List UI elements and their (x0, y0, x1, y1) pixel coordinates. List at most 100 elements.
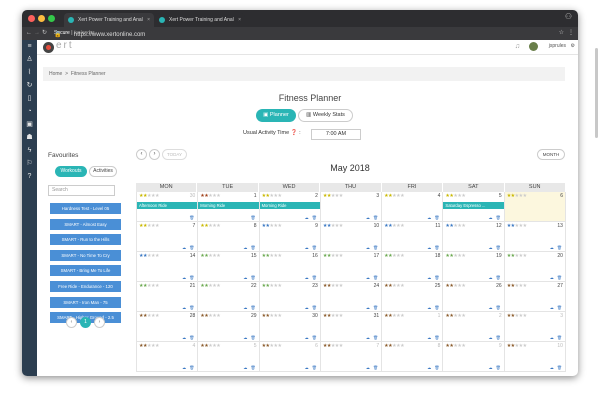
calendar-day-cell[interactable]: ★★★★★ 1 ☁ 🗑 (382, 312, 444, 342)
usual-activity-time-input[interactable]: 7:00 AM (311, 129, 361, 140)
day-actions-icon[interactable]: ☁ 🗑 (488, 365, 501, 370)
back-icon[interactable]: ← (26, 29, 32, 38)
settings-icon[interactable]: ⚙ (571, 43, 575, 49)
day-actions-icon[interactable]: ☁ 🗑 (550, 245, 563, 250)
day-actions-icon[interactable]: ☁ 🗑 (305, 245, 318, 250)
day-actions-icon[interactable]: ☁ 🗑 (427, 275, 440, 280)
favourite-workout[interactable]: Hardness Test - Level 05 (50, 203, 121, 214)
profile-icon[interactable]: ⚇ (565, 12, 572, 21)
phone-icon[interactable]: ▯ (22, 92, 37, 105)
calendar-day-cell[interactable]: ★★★★★ 25 ☁ 🗑 (382, 282, 444, 312)
calendar-day-cell[interactable]: ★★★★★ 15 ☁ 🗑 (198, 252, 260, 282)
day-actions-icon[interactable]: ☁ 🗑 (488, 335, 501, 340)
day-actions-icon[interactable]: 🗑 (189, 215, 195, 220)
close-window-button[interactable] (28, 15, 35, 22)
browser-tab-1[interactable]: Xert Power Training and Anal × (64, 13, 154, 27)
day-actions-icon[interactable]: ☁ 🗑 (182, 305, 195, 310)
calendar-day-cell[interactable]: ★★★★★ 19 ☁ 🗑 (443, 252, 505, 282)
calendar-event[interactable]: Morning Ride (198, 202, 259, 209)
forward-icon[interactable]: → (34, 29, 40, 38)
calendar-day-cell[interactable]: ★★★★★ 22 ☁ 🗑 (198, 282, 260, 312)
calendar-day-cell[interactable]: ★★★★★ 6 ☁ 🗑 (259, 342, 321, 372)
day-actions-icon[interactable]: ☁ 🗑 (182, 245, 195, 250)
day-actions-icon[interactable]: ☁ 🗑 (305, 335, 318, 340)
calendar-day-cell[interactable]: ★★★★★ 1 🗑 Morning Ride (198, 192, 260, 222)
day-actions-icon[interactable]: ☁ 🗑 (488, 275, 501, 280)
calendar-day-cell[interactable]: ★★★★★ 11 ☁ 🗑 (382, 222, 444, 252)
day-actions-icon[interactable]: ☁ 🗑 (182, 275, 195, 280)
bookmark-star-icon[interactable]: ☆ (559, 29, 564, 38)
day-actions-icon[interactable]: ☁ 🗑 (488, 245, 501, 250)
refresh-icon[interactable]: ↻ (22, 79, 37, 92)
day-actions-icon[interactable]: ☁ 🗑 (366, 305, 379, 310)
weekly-stats-button[interactable]: ▥ Weekly Stats (298, 109, 353, 122)
day-actions-icon[interactable]: ☁ 🗑 (366, 275, 379, 280)
pager-prev-button[interactable]: ‹ (66, 317, 77, 328)
calendar-icon[interactable]: ▣ (22, 118, 37, 131)
calendar-day-cell[interactable]: ★★★★★ 13 ☁ 🗑 (504, 222, 566, 252)
favourite-workout[interactable]: SMART - Almost Easy (50, 218, 121, 230)
today-button[interactable]: TODAY (162, 149, 187, 160)
day-actions-icon[interactable]: ☁ 🗑 (427, 215, 440, 220)
calendar-day-cell[interactable]: ★★★★★ 7 ☁ 🗑 (320, 342, 383, 372)
calendar-day-cell[interactable]: ★★★★★ 4 ☁ 🗑 (382, 192, 444, 222)
planner-button[interactable]: ▣ Planner (256, 109, 296, 122)
help-icon[interactable]: ❓ (291, 130, 298, 136)
day-actions-icon[interactable]: ☁ 🗑 (427, 365, 440, 370)
day-actions-icon[interactable]: ☁ 🗑 (243, 305, 256, 310)
day-actions-icon[interactable]: ☁ 🗑 (488, 305, 501, 310)
calendar-day-cell[interactable]: ★★★★★ 17 ☁ 🗑 (320, 252, 383, 282)
calendar-day-cell[interactable]: ★★★★★ 2 ☁ 🗑 (443, 312, 505, 342)
lightning-icon[interactable]: ϟ (22, 144, 37, 157)
day-actions-icon[interactable]: ☁ 🗑 (243, 335, 256, 340)
calendar-day-cell[interactable]: ★★★★★ 23 ☁ 🗑 (259, 282, 321, 312)
day-actions-icon[interactable]: 🗑 (250, 215, 256, 220)
calendar-day-cell[interactable]: ★★★★★ 5 ☁ 🗑 Saturday Espresso ... (443, 192, 505, 222)
calendar-event[interactable]: Afternoon Ride (137, 202, 198, 209)
calendar-day-cell[interactable]: ★★★★★ 27 ☁ 🗑 (504, 282, 566, 312)
xert-logo-icon[interactable] (43, 42, 54, 53)
day-actions-icon[interactable]: ☁ 🗑 (550, 305, 563, 310)
calendar-day-cell[interactable]: ★★★★★ 26 ☁ 🗑 (443, 282, 505, 312)
url-field[interactable]: 🔒 Secure | https://www.xertonline.com/ca… (48, 29, 552, 38)
day-actions-icon[interactable]: ☁ 🗑 (550, 365, 563, 370)
calendar-day-cell[interactable]: ★★★★★ 3 ☁ 🗑 (320, 192, 383, 222)
favourite-workout[interactable]: SMART - Iron Man - 75 (50, 296, 121, 308)
calendar-day-cell[interactable]: ★★★★★ 31 ☁ 🗑 (320, 312, 383, 342)
next-month-button[interactable]: › (149, 149, 160, 160)
day-actions-icon[interactable]: ☁ 🗑 (243, 245, 256, 250)
calendar-day-cell[interactable]: ★★★★★ 29 ☁ 🗑 (198, 312, 260, 342)
day-actions-icon[interactable]: ☁ 🗑 (305, 365, 318, 370)
close-tab-icon[interactable]: × (238, 13, 241, 27)
day-actions-icon[interactable]: ☁ 🗑 (305, 275, 318, 280)
user-icon[interactable]: ♙ (22, 53, 37, 66)
calendar-day-cell[interactable]: ★★★★★ 9 ☁ 🗑 (443, 342, 505, 372)
pager-next-button[interactable]: › (94, 317, 105, 328)
calendar-day-cell[interactable]: ★★★★★ 10 ☁ 🗑 (504, 342, 566, 372)
calendar-day-cell[interactable]: ★★★★★ 14 ☁ 🗑 (136, 252, 199, 282)
menu-icon[interactable]: ≡ (22, 40, 37, 53)
browser-menu-icon[interactable]: ⋮ (568, 29, 574, 38)
favourite-workout[interactable]: SMART - Run to the Hills (50, 234, 121, 246)
calendar-day-cell[interactable]: ★★★★★ 8 ☁ 🗑 (198, 222, 260, 252)
calendar-day-cell[interactable]: ★★★★★ 21 ☁ 🗑 (136, 282, 199, 312)
calendar-day-cell[interactable]: ★★★★★ 10 ☁ 🗑 (320, 222, 383, 252)
calendar-day-cell[interactable]: ★★★★★ 16 ☁ 🗑 (259, 252, 321, 282)
favourite-workout[interactable]: SMART - No Time To Cry (50, 249, 121, 261)
day-actions-icon[interactable]: ☁ 🗑 (182, 335, 195, 340)
bike-icon[interactable]: ⚐ (22, 157, 37, 170)
day-actions-icon[interactable]: ☁ 🗑 (243, 275, 256, 280)
calendar-event[interactable]: Morning Ride (259, 202, 320, 209)
calendar-day-cell[interactable]: ★★★★★ 7 ☁ 🗑 (136, 222, 199, 252)
day-actions-icon[interactable]: ☁ 🗑 (305, 305, 318, 310)
group-icon[interactable]: ☗ (22, 131, 37, 144)
tab-workouts[interactable]: Workouts (55, 166, 87, 177)
day-actions-icon[interactable]: ☁ 🗑 (366, 245, 379, 250)
day-actions-icon[interactable]: ☁ 🗑 (366, 365, 379, 370)
close-tab-icon[interactable]: × (147, 13, 150, 27)
maximize-window-button[interactable] (48, 15, 55, 22)
avatar[interactable] (529, 42, 538, 51)
day-actions-icon[interactable]: ☁ 🗑 (366, 335, 379, 340)
month-view-button[interactable]: MONTH (537, 149, 565, 160)
minimize-window-button[interactable] (38, 15, 45, 22)
